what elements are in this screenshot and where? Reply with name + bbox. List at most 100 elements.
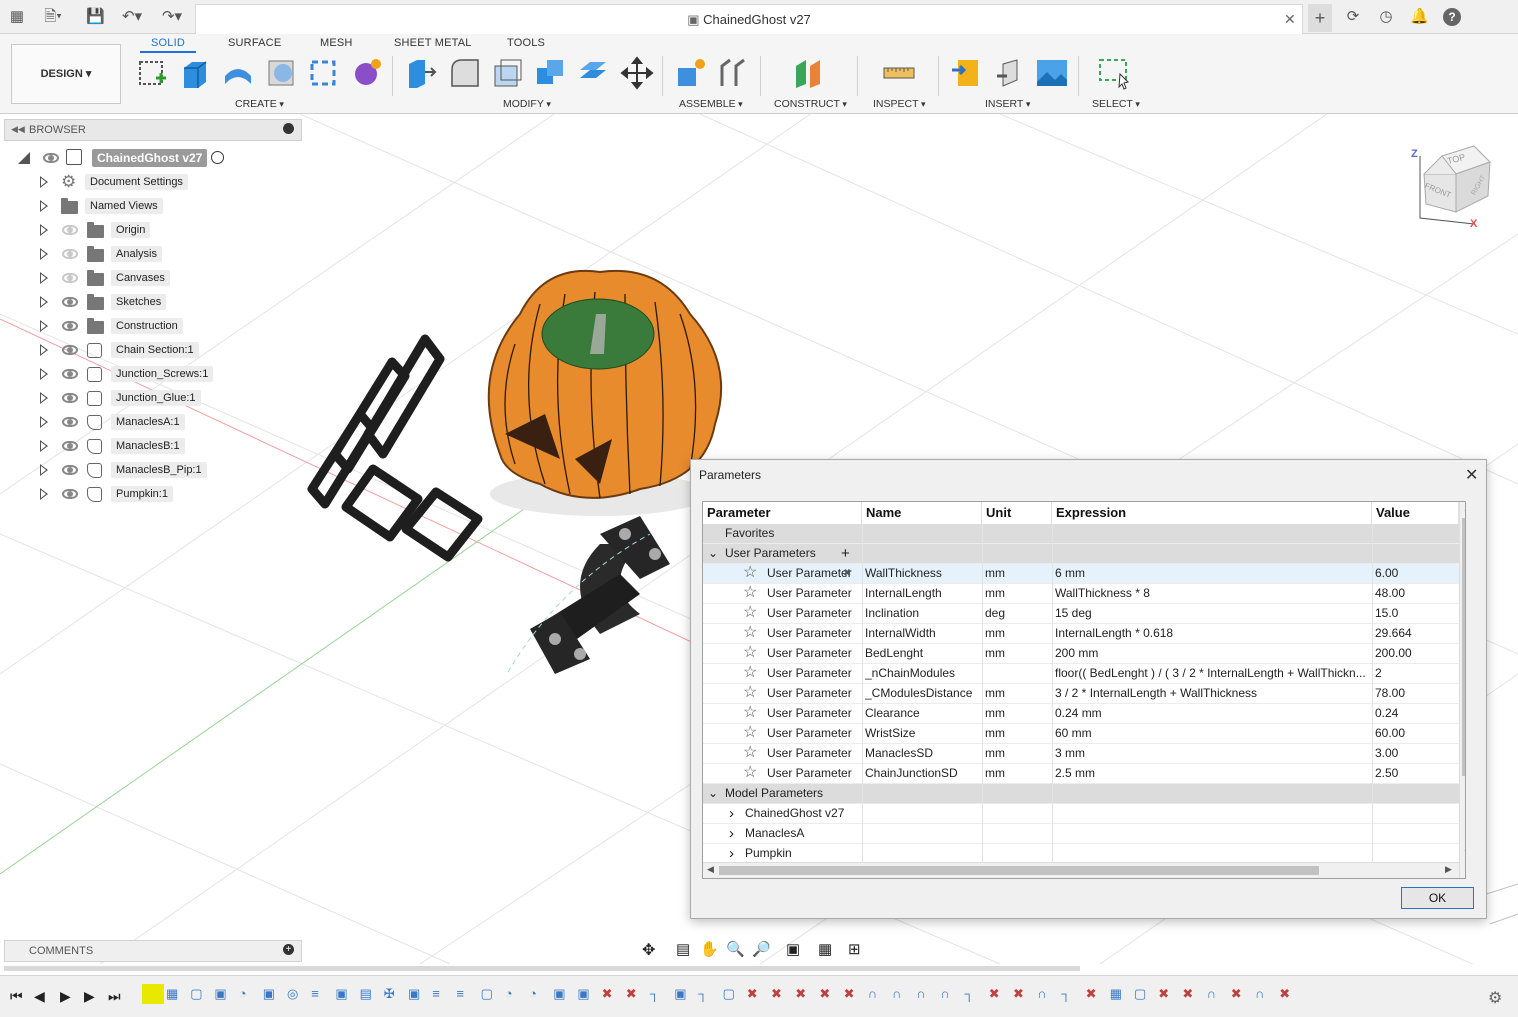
parameter-expression[interactable]: WallThickness * 8 (1055, 584, 1367, 603)
expand-arrow-icon[interactable] (40, 392, 48, 404)
parameter-unit[interactable] (985, 664, 1049, 683)
user-parameter-row[interactable]: ☆ User Parameter BedLenght mm 200 mm 200.00 (703, 644, 1459, 664)
browser-item[interactable]: ⚙ Document Settings (0, 170, 300, 194)
insert-mesh-icon[interactable] (993, 56, 1027, 90)
select-menu[interactable]: SELECT (1092, 98, 1140, 110)
notifications-icon[interactable]: 🔔 (1410, 8, 1429, 26)
expand-arrow-icon[interactable]: › (729, 824, 739, 843)
timeline-feature-icon[interactable]: ✖ (1158, 986, 1169, 1002)
expand-arrow-icon[interactable]: › (729, 844, 739, 863)
visibility-eye-icon[interactable] (62, 465, 78, 475)
create-sketch-icon[interactable] (136, 56, 170, 90)
parameter-name[interactable]: ManaclesSD (865, 744, 980, 763)
collapse-browser-icon[interactable]: ◀◀ (11, 124, 25, 135)
expand-arrow-icon[interactable] (40, 224, 48, 236)
expand-arrow-icon[interactable] (40, 200, 48, 212)
timeline-feature-icon[interactable]: ✖ (819, 986, 830, 1002)
activate-radio-icon[interactable] (211, 151, 224, 164)
browser-item[interactable]: ManaclesA:1 (0, 410, 300, 434)
timeline-feature-icon[interactable]: ▣ (577, 986, 589, 1002)
parameter-expression[interactable]: 200 mm (1055, 644, 1367, 663)
timeline-feature-icon[interactable]: ∩ (940, 986, 949, 1001)
timeline-scrollbar[interactable] (4, 966, 1080, 971)
timeline-feature-icon[interactable]: ∩ (1037, 986, 1046, 1001)
favorite-star-icon[interactable]: ☆ (743, 624, 761, 643)
visibility-eye-icon[interactable] (62, 369, 78, 379)
expand-arrow-icon[interactable] (40, 440, 48, 452)
timeline-feature-icon[interactable]: ≡ (456, 986, 464, 1001)
favorite-star-icon[interactable]: ☆ (743, 764, 761, 783)
column-header-name[interactable]: Name (862, 502, 982, 524)
extensions-icon[interactable]: ⟳ (1344, 8, 1362, 26)
step-forward-icon[interactable]: ▶ (84, 988, 95, 1005)
timeline-feature-icon[interactable]: ≡ (311, 986, 319, 1001)
expand-arrow-icon[interactable] (40, 272, 48, 284)
browser-pin-icon[interactable] (283, 123, 294, 134)
vertical-scroll-thumb[interactable] (1462, 518, 1465, 776)
timeline-feature-icon[interactable]: ▦ (166, 986, 178, 1002)
hidden-eye-icon[interactable] (62, 225, 78, 235)
hidden-eye-icon[interactable] (62, 249, 78, 259)
zoom-icon[interactable]: 🔍 (726, 940, 745, 958)
visibility-eye-icon[interactable] (62, 321, 78, 331)
timeline-feature-icon[interactable]: ▣ (553, 986, 565, 1002)
play-icon[interactable]: ▶ (60, 988, 71, 1005)
favorite-star-icon[interactable]: ☆ (743, 744, 761, 763)
timeline-feature-icon[interactable]: ▤ (360, 986, 372, 1002)
browser-item[interactable]: Sketches (0, 290, 300, 314)
ok-button[interactable]: OK (1401, 887, 1474, 909)
document-tab[interactable]: ▣ ChainedGhost v27 ✕ (195, 4, 1303, 34)
redo-icon[interactable]: ↷▾ (158, 8, 186, 26)
parameter-name[interactable]: ChainJunctionSD (865, 764, 980, 783)
favorite-star-icon[interactable]: ☆ (743, 604, 761, 623)
help-icon[interactable]: ? (1443, 8, 1461, 26)
scroll-down-icon[interactable]: ▼ (1463, 848, 1465, 857)
job-status-icon[interactable]: ◷ (1377, 8, 1395, 26)
parameter-name[interactable]: _nChainModules (865, 664, 980, 683)
column-header-parameter[interactable]: Parameter (703, 502, 862, 524)
parameter-unit[interactable]: mm (985, 644, 1049, 663)
horizontal-scrollbar[interactable]: ◀ ▶ (703, 862, 1459, 878)
timeline-feature-icon[interactable]: ▣ (674, 986, 686, 1002)
parameter-expression[interactable]: 3 / 2 * InternalLength + WallThickness (1055, 684, 1367, 703)
timeline-feature-icon[interactable]: ▣ (335, 986, 347, 1002)
parameter-unit[interactable]: mm (985, 764, 1049, 783)
favorite-star-icon[interactable]: ☆ (743, 564, 761, 583)
browser-item[interactable]: Named Views (0, 194, 300, 218)
grid-settings-icon[interactable]: ▦ (818, 940, 832, 958)
modify-menu[interactable]: MODIFY (503, 98, 551, 110)
user-parameter-row[interactable]: ☆ User Parameter Clearance mm 0.24 mm 0.24 (703, 704, 1459, 724)
model-parameter-row[interactable]: › ChainedGhost v27 (703, 804, 1459, 824)
tab-tools[interactable]: TOOLS (507, 37, 545, 49)
parameter-expression[interactable]: 2.5 mm (1055, 764, 1367, 783)
timeline-feature-icon[interactable]: ◔ (529, 986, 537, 1001)
timeline-feature-icon[interactable]: ∩ (1207, 986, 1216, 1001)
expand-arrow-icon[interactable] (40, 416, 48, 428)
expand-arrow-icon[interactable] (40, 320, 48, 332)
add-parameter-icon[interactable]: + (841, 544, 857, 563)
parameter-name[interactable]: BedLenght (865, 644, 980, 663)
parameter-unit[interactable]: mm (985, 564, 1049, 583)
model-parameter-row[interactable]: › ManaclesA (703, 824, 1459, 844)
step-back-icon[interactable]: ◀ (34, 988, 45, 1005)
file-menu-icon[interactable]: 🗎▾ (40, 8, 66, 26)
timeline-feature-icon[interactable]: ▣ (263, 986, 275, 1002)
orbit-icon[interactable]: ✥ (642, 940, 655, 960)
insert-menu[interactable]: INSERT (985, 98, 1030, 110)
parameter-unit[interactable]: mm (985, 684, 1049, 703)
parameter-expression[interactable]: 6 mm (1055, 564, 1367, 583)
visibility-eye-icon[interactable] (62, 297, 78, 307)
hidden-eye-icon[interactable] (62, 273, 78, 283)
timeline-feature-icon[interactable]: ✖ (1086, 986, 1097, 1002)
timeline-feature-icon[interactable]: ▣ (408, 986, 420, 1002)
close-tab-icon[interactable]: ✕ (1284, 11, 1296, 28)
visibility-eye-icon[interactable] (62, 345, 78, 355)
parameter-unit[interactable]: deg (985, 604, 1049, 623)
scroll-right-icon[interactable]: ▶ (1445, 864, 1452, 875)
offset-face-icon[interactable] (576, 56, 610, 90)
parameter-expression[interactable]: 0.24 mm (1055, 704, 1367, 723)
shell-icon[interactable] (491, 56, 525, 90)
expand-arrow-icon[interactable] (40, 176, 48, 188)
model-parameters-group-row[interactable]: ⌄ Model Parameters (703, 784, 1459, 804)
expand-arrow-icon[interactable] (40, 464, 48, 476)
